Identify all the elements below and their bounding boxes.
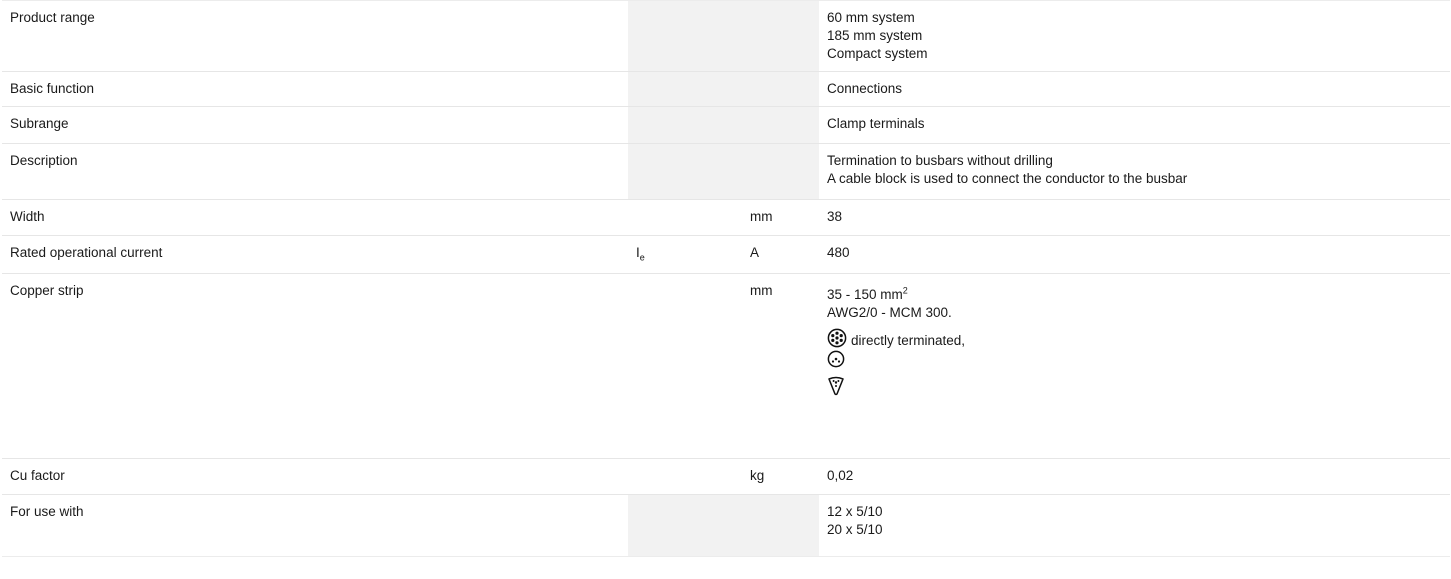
row-symbol [628, 143, 742, 200]
stranded-conductor-icon [827, 328, 847, 348]
row-symbol [628, 458, 742, 495]
copper-range-sup: 2 [902, 285, 908, 296]
stranded-line: directly terminated, [827, 322, 1442, 348]
value-line: A cable block is used to connect the con… [827, 171, 1188, 186]
table-row: Product range 60 mm system 185 mm system… [2, 0, 1450, 72]
value-line: Termination to busbars without drilling [827, 153, 1053, 168]
row-label: Cu factor [2, 458, 628, 495]
value-line: 0,02 [827, 468, 854, 483]
stranded-caption: directly terminated, [851, 333, 966, 348]
row-label: Width [2, 199, 628, 236]
value-line: 20 x 5/10 [827, 522, 883, 537]
value-line: Compact system [827, 46, 928, 61]
row-symbol [628, 106, 742, 144]
row-symbol: Ie [628, 235, 742, 274]
solid-conductor-icon [827, 350, 845, 368]
row-unit [742, 143, 819, 200]
row-label: Copper strip [2, 273, 628, 459]
row-value: 35 - 150 mm2 AWG2/0 - MCM 300. directly … [819, 273, 1450, 459]
spec-table: Product range 60 mm system 185 mm system… [2, 0, 1450, 557]
value-line: 60 mm system [827, 10, 915, 25]
table-row: Rated operational current Ie A 480 [2, 235, 1450, 274]
copper-range: 35 - 150 mm2 [827, 286, 1442, 304]
symbol-subscript: e [639, 252, 645, 263]
value-line: 38 [827, 209, 843, 224]
row-unit [742, 71, 819, 107]
row-symbol [628, 0, 742, 72]
row-symbol [628, 199, 742, 236]
row-value: Connections [819, 71, 1450, 107]
table-row: Subrange Clamp terminals [2, 106, 1450, 144]
value-line: 185 mm system [827, 28, 923, 43]
row-value: 60 mm system 185 mm system Compact syste… [819, 0, 1450, 72]
row-unit: A [742, 235, 819, 274]
row-value: 480 [819, 235, 1450, 274]
row-unit: kg [742, 458, 819, 495]
sector-conductor-icon [828, 376, 844, 396]
row-value: 0,02 [819, 458, 1450, 495]
row-unit [742, 0, 819, 72]
solid-line [827, 350, 1442, 374]
row-label: Product range [2, 0, 628, 72]
row-value: 38 [819, 199, 1450, 236]
row-unit: mm [742, 273, 819, 459]
table-row: For use with 12 x 5/10 20 x 5/10 [2, 494, 1450, 557]
table-row: Width mm 38 [2, 199, 1450, 236]
row-unit [742, 494, 819, 557]
value-line: 480 [827, 245, 850, 260]
table-row: Copper strip mm 35 - 150 mm2 AWG2/0 - MC… [2, 273, 1450, 459]
row-symbol [628, 273, 742, 459]
value-line: 12 x 5/10 [827, 504, 883, 519]
table-row: Basic function Connections [2, 71, 1450, 107]
row-symbol [628, 494, 742, 557]
sector-line [827, 376, 1442, 400]
row-label: Subrange [2, 106, 628, 144]
copper-range-text: 35 - 150 mm [827, 287, 903, 302]
row-value: Termination to busbars without drilling … [819, 143, 1450, 200]
value-line: Clamp terminals [827, 116, 925, 131]
copper-awg: AWG2/0 - MCM 300. [827, 305, 952, 320]
table-row: Description Termination to busbars witho… [2, 143, 1450, 200]
row-value: Clamp terminals [819, 106, 1450, 144]
row-label: Description [2, 143, 628, 200]
row-unit [742, 106, 819, 144]
value-line: Connections [827, 81, 903, 96]
row-symbol [628, 71, 742, 107]
row-label: Rated operational current [2, 235, 628, 274]
row-value: 12 x 5/10 20 x 5/10 [819, 494, 1450, 557]
row-label: For use with [2, 494, 628, 557]
row-label: Basic function [2, 71, 628, 107]
row-unit: mm [742, 199, 819, 236]
table-row: Cu factor kg 0,02 [2, 458, 1450, 495]
